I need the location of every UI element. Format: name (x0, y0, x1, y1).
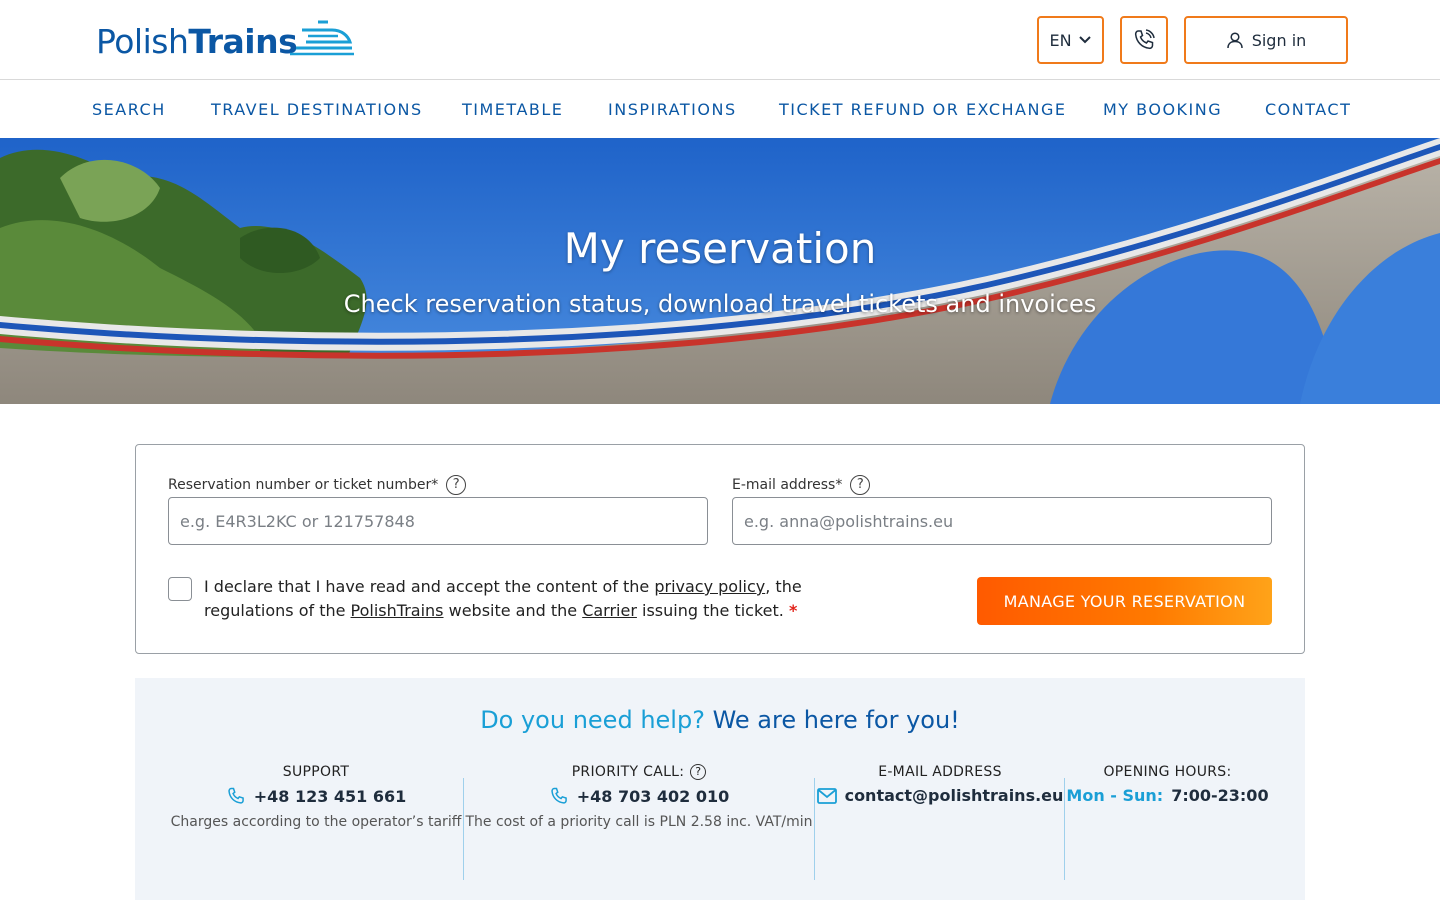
nav-contact[interactable]: CONTACT (1265, 100, 1351, 119)
nav-search[interactable]: SEARCH (92, 100, 166, 119)
sign-in-button[interactable]: Sign in (1184, 16, 1348, 64)
opening-hours-heading: OPENING HOURS: (1103, 764, 1232, 780)
support-note: Charges according to the operator’s tari… (170, 814, 462, 830)
priority-heading-row: PRIORITY CALL: ? (465, 764, 813, 780)
reservation-lookup-form: Reservation number or ticket number* ? E… (135, 444, 1305, 654)
help-title-answer: We are here for you! (712, 706, 960, 734)
phone-icon (1134, 29, 1155, 50)
opening-time: 7:00-23:00 (1171, 786, 1269, 805)
help-icon[interactable]: ? (850, 475, 871, 495)
support-heading: SUPPORT (282, 764, 350, 780)
chevron-down-icon (1078, 36, 1091, 44)
nav-ticket-refund[interactable]: TICKET REFUND OR EXCHANGE (779, 100, 1066, 119)
support-email: contact@polishtrains.eu (844, 786, 1064, 805)
polishtrains-logo[interactable]: PolishTrains (96, 18, 354, 62)
support-phone-number: +48 123 451 661 (253, 786, 407, 806)
support-column: SUPPORT +48 123 451 661 Charges accordin… (167, 764, 465, 830)
email-input[interactable] (732, 497, 1272, 545)
manage-reservation-button[interactable]: MANAGE YOUR RESERVATION (977, 577, 1272, 625)
email-row[interactable]: contact@polishtrains.eu (815, 786, 1065, 805)
language-select[interactable]: EN (1037, 16, 1104, 64)
language-value: EN (1049, 30, 1072, 50)
priority-phone-number: +48 703 402 010 (576, 786, 730, 806)
reservation-number-label-row: Reservation number or ticket number* ? (168, 475, 467, 495)
required-marker: * (788, 601, 798, 620)
email-label: E-mail address* (732, 477, 843, 493)
page-title: My reservation (563, 224, 877, 273)
opening-days: Mon - Sun: (1066, 786, 1164, 805)
phone-icon (228, 787, 244, 804)
support-phone-row[interactable]: +48 123 451 661 (167, 786, 465, 806)
opening-hours-column: OPENING HOURS: Mon - Sun: 7:00-23:00 (1065, 764, 1270, 805)
help-icon[interactable]: ? (690, 764, 707, 780)
polishtrains-regulations-link[interactable]: PolishTrains (351, 601, 444, 620)
logo-text: PolishTrains (96, 22, 298, 62)
opening-hours-row: Mon - Sun: 7:00-23:00 (1065, 786, 1270, 805)
page-subtitle: Check reservation status, download trave… (343, 290, 1097, 318)
reservation-number-input[interactable] (168, 497, 708, 545)
site-header: PolishTrains EN Sign in (0, 0, 1440, 80)
nav-timetable[interactable]: TIMETABLE (462, 100, 563, 119)
declaration-text: I declare that I have read and accept th… (204, 577, 655, 596)
logo-text-light: Polish (96, 22, 189, 61)
main-navigation: SEARCH TRAVEL DESTINATIONS TIMETABLE INS… (0, 80, 1440, 138)
phone-icon (551, 787, 567, 804)
email-heading: E-MAIL ADDRESS (878, 764, 1002, 780)
declaration-text: website and the (443, 601, 583, 620)
email-label-row: E-mail address* ? (732, 475, 871, 495)
nav-inspirations[interactable]: INSPIRATIONS (608, 100, 737, 119)
carrier-link[interactable]: Carrier (582, 601, 637, 620)
nav-travel-destinations[interactable]: TRAVEL DESTINATIONS (211, 100, 423, 119)
user-icon (1226, 32, 1243, 49)
help-icon[interactable]: ? (446, 475, 467, 495)
column-divider (463, 778, 464, 880)
priority-call-column: PRIORITY CALL: ? +48 703 402 010 The cos… (465, 764, 813, 830)
help-title: Do you need help? We are here for you! (135, 706, 1305, 734)
terms-declaration: I declare that I have read and accept th… (204, 575, 844, 623)
help-section: Do you need help? We are here for you! S… (135, 678, 1305, 900)
priority-note: The cost of a priority call is PLN 2.58 … (465, 814, 813, 830)
hero-banner: My reservation Check reservation status,… (0, 138, 1440, 404)
email-column: E-MAIL ADDRESS contact@polishtrains.eu (815, 764, 1065, 805)
help-title-question: Do you need help? (480, 706, 705, 734)
train-logo-icon (290, 20, 354, 56)
sign-in-label: Sign in (1251, 30, 1307, 50)
envelope-icon (816, 787, 837, 804)
declaration-text: issuing the ticket. (636, 601, 789, 620)
terms-checkbox[interactable] (168, 577, 192, 601)
privacy-policy-link[interactable]: privacy policy (654, 577, 765, 596)
nav-my-booking[interactable]: MY BOOKING (1103, 100, 1222, 119)
call-button[interactable] (1120, 16, 1168, 64)
logo-text-bold: Trains (188, 22, 298, 61)
priority-heading: PRIORITY CALL: (571, 764, 685, 780)
reservation-number-label: Reservation number or ticket number* (168, 477, 439, 493)
priority-phone-row[interactable]: +48 703 402 010 (465, 786, 813, 806)
